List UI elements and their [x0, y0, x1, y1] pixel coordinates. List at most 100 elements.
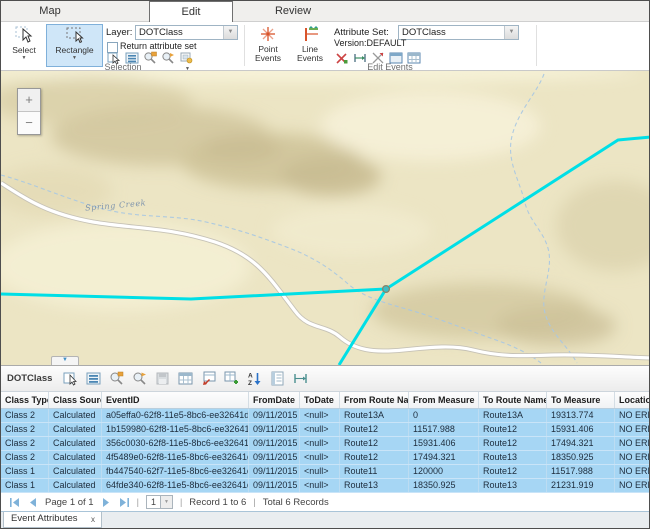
table-cell: <null> — [300, 423, 340, 436]
layer-label: Layer: — [106, 27, 132, 38]
add-record-icon[interactable] — [224, 371, 239, 386]
table-cell: a05effa0-62f8-11e5-8bc6-ee32641d5ec9 — [102, 409, 249, 422]
table-cell: 09/11/2015 — [249, 409, 300, 422]
table-cell: 18350.925 — [547, 451, 615, 464]
table-cell: 15931.406 — [547, 423, 615, 436]
attribute-set-caret-icon[interactable]: ▼ — [504, 26, 518, 39]
table-cell: Route12 — [479, 423, 547, 436]
separator: | — [137, 497, 139, 507]
table-cell: Class 2 — [1, 423, 49, 436]
event-editor-window: Map Edit Review Select ▼ Rectangle ▼ Lay… — [0, 0, 650, 529]
table-cell: 17494.321 — [547, 437, 615, 450]
table-cell: 15931.406 — [409, 437, 479, 450]
table-cell: Route12 — [340, 437, 409, 450]
total-records-text: Total 6 Records — [263, 497, 329, 508]
attribute-set-label: Attribute Set: — [334, 27, 389, 38]
table-cell: Route12 — [340, 451, 409, 464]
table-cell: NO ERROR — [615, 479, 650, 492]
close-tab-icon[interactable]: x — [91, 513, 95, 527]
basemap — [1, 71, 650, 365]
select-records-icon[interactable] — [63, 371, 78, 386]
table-cell: 17494.321 — [409, 451, 479, 464]
table-cell: 21231.919 — [547, 479, 615, 492]
table-row[interactable]: Class 2Calculateda05effa0-62f8-11e5-8bc6… — [1, 409, 650, 423]
select-button[interactable]: Select ▼ — [4, 24, 44, 67]
column-header[interactable]: Location Error — [615, 392, 650, 408]
rectangle-dropdown-caret-icon[interactable]: ▼ — [47, 56, 102, 61]
last-page-button[interactable] — [119, 497, 130, 508]
table-cell: 09/11/2015 — [249, 423, 300, 436]
form-view-icon[interactable] — [270, 371, 285, 386]
table-cell: Class 1 — [1, 479, 49, 492]
table-cell: Class 2 — [1, 437, 49, 450]
table-cell: <null> — [300, 451, 340, 464]
table-cell: 18350.925 — [409, 479, 479, 492]
column-header[interactable]: To Measure — [547, 392, 615, 408]
table-cell: Route13 — [479, 479, 547, 492]
table-title: DOTClass — [7, 373, 52, 384]
table-cell: fb447540-62f7-11e5-8bc6-ee32641d5ec9 — [102, 465, 249, 478]
table-cell: 4f5489e0-62f8-11e5-8bc6-ee32641d5ec9 — [102, 451, 249, 464]
zoom-out-button[interactable]: − — [18, 112, 40, 134]
tab-review[interactable]: Review — [253, 1, 333, 22]
collapse-caret-icon: ▼ — [52, 357, 78, 364]
separator: | — [253, 497, 255, 507]
separator: | — [180, 497, 182, 507]
first-page-button[interactable] — [9, 497, 20, 508]
line-events-button[interactable]: Line Events — [290, 24, 330, 67]
panel-tab-bar: Event Attributes x — [1, 511, 650, 528]
select-dropdown-caret-icon[interactable]: ▼ — [5, 56, 43, 61]
table-row[interactable]: Class 1Calculatedfb447540-62f7-11e5-8bc6… — [1, 465, 650, 479]
table-body: Class 2Calculateda05effa0-62f8-11e5-8bc6… — [1, 409, 650, 493]
table-cell: NO ERROR — [615, 423, 650, 436]
svg-text:Z: Z — [248, 380, 252, 386]
record-range-text: Record 1 to 6 — [189, 497, 246, 508]
table-row[interactable]: Class 2Calculated356c0030-62f8-11e5-8bc6… — [1, 437, 650, 451]
column-header[interactable]: From Measure — [409, 392, 479, 408]
show-selected-icon[interactable] — [86, 371, 101, 386]
next-page-button[interactable] — [101, 497, 112, 508]
map-zoom-control: + − — [17, 88, 41, 135]
page-number-caret-icon[interactable]: ▼ — [161, 495, 173, 509]
export-icon[interactable] — [201, 371, 216, 386]
table-cell: Calculated — [49, 465, 102, 478]
attribute-table-icon[interactable] — [178, 371, 193, 386]
measure-icon[interactable] — [293, 371, 308, 386]
tab-event-attributes[interactable]: Event Attributes x — [3, 512, 102, 528]
rectangle-tool-button[interactable]: Rectangle ▼ — [46, 24, 103, 67]
column-header[interactable]: To Route Name — [479, 392, 547, 408]
table-row[interactable]: Class 1Calculated64fde340-62f8-11e5-8bc6… — [1, 479, 650, 493]
tab-edit[interactable]: Edit — [149, 1, 233, 22]
attribute-set-combobox[interactable]: DOTClass ▼ — [398, 25, 519, 40]
table-toolbar: DOTClass AZ — [1, 366, 650, 392]
column-header[interactable]: ToDate — [300, 392, 340, 408]
tab-map[interactable]: Map — [15, 1, 85, 22]
column-header[interactable]: Class Type — [1, 392, 49, 408]
table-cell: Route11 — [340, 465, 409, 478]
table-cell: Route12 — [340, 423, 409, 436]
layer-combobox[interactable]: DOTClass ▼ — [135, 25, 238, 40]
column-header[interactable]: From Route Name — [340, 392, 409, 408]
panel-collapse-tab[interactable]: ▼ — [51, 356, 79, 365]
table-row[interactable]: Class 2Calculated4f5489e0-62f8-11e5-8bc6… — [1, 451, 650, 465]
table-cell: <null> — [300, 409, 340, 422]
previous-page-button[interactable] — [27, 497, 38, 508]
point-events-button[interactable]: Point Events — [248, 24, 288, 67]
column-header[interactable]: FromDate — [249, 392, 300, 408]
table-row[interactable]: Class 2Calculated1b159980-62f8-11e5-8bc6… — [1, 423, 650, 437]
zoom-in-button[interactable]: + — [18, 89, 40, 112]
map-canvas[interactable]: Spring Creek + − ▼ — [1, 71, 650, 366]
sort-icon[interactable]: AZ — [247, 371, 262, 386]
version-label: Version:DEFAULT — [334, 38, 406, 48]
layer-combo-caret-icon[interactable]: ▼ — [223, 26, 237, 39]
table-cell: 19313.774 — [547, 409, 615, 422]
save-icon[interactable] — [155, 371, 170, 386]
table-cell: 64fde340-62f8-11e5-8bc6-ee32641d5ec9 — [102, 479, 249, 492]
zoom-to-selection-icon[interactable] — [109, 371, 124, 386]
column-header[interactable]: EventID — [102, 392, 249, 408]
page-number-input[interactable]: 1 — [146, 495, 161, 509]
pan-to-selection-icon[interactable] — [132, 371, 147, 386]
column-header[interactable]: Class Source — [49, 392, 102, 408]
table-cell: Calculated — [49, 409, 102, 422]
junction-vertex[interactable] — [383, 286, 390, 293]
